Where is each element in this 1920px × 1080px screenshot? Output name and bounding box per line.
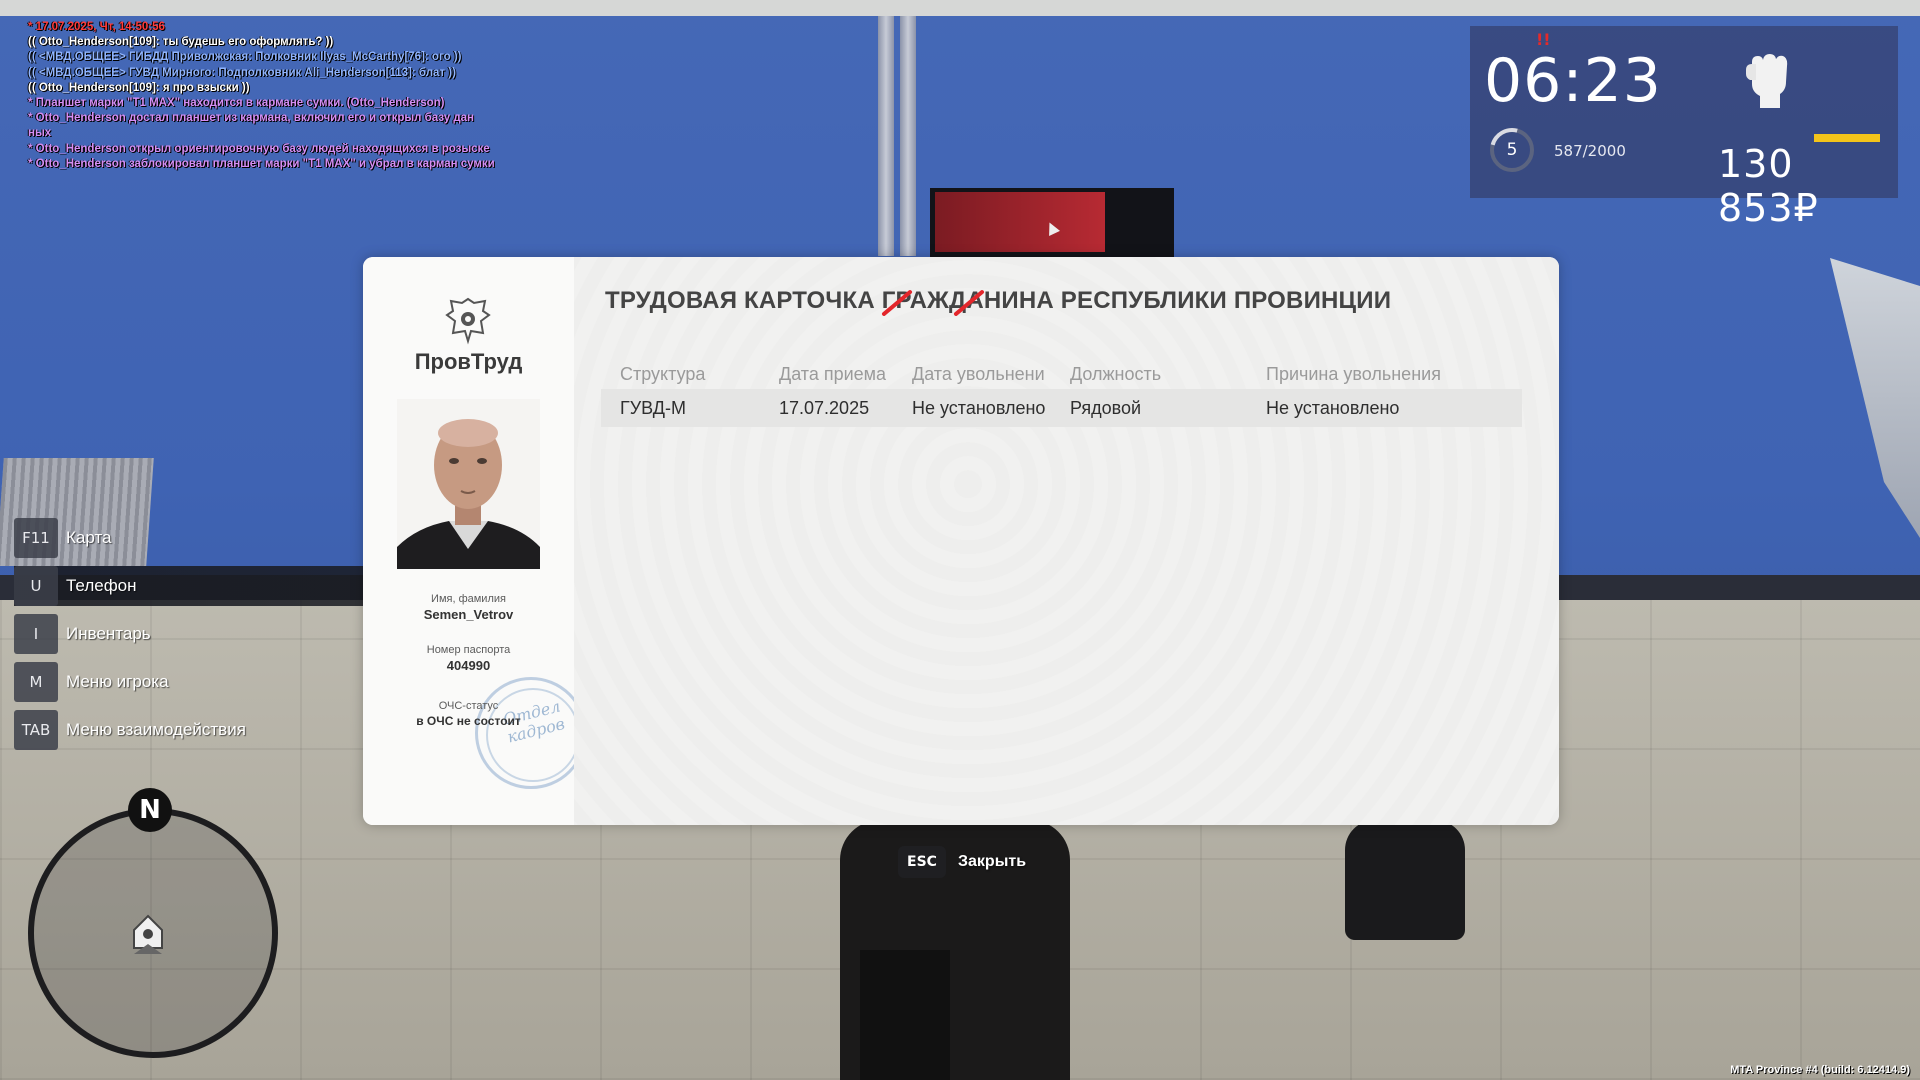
citizen-name: Semen_Vetrov [423, 607, 514, 622]
chat-line: (( Otto_Henderson[109]: я про взыски )) [28, 81, 250, 94]
key-badge: TAB [14, 710, 58, 750]
card-title: ТРУДОВАЯ КАРТОЧКА ГРАЖДАНИНА РЕСПУБЛИКИ … [605, 287, 1392, 314]
build-version: MTA Province #4 (build: 6.12414.9) [1730, 1064, 1910, 1076]
portrait-image [397, 399, 540, 569]
column-header-dismissal-date: Дата увольнени [912, 364, 1045, 384]
key-hint-map[interactable]: F11 Карта [14, 518, 394, 558]
key-hint-interaction-menu[interactable]: TAB Меню взаимодействия [14, 710, 394, 750]
passport-label: Номер паспорта [426, 644, 511, 656]
fist-weapon-icon [1746, 54, 1788, 108]
key-badge: F11 [14, 518, 58, 558]
hud-panel: !! 06:23 5 587/2000 130 853₽ [1470, 26, 1898, 230]
card-sidebar: ПровТруд Имя, фамилия Semen_Vetrov Номер… [363, 257, 587, 825]
chat-line: * Otto_Henderson заблокировал планшет ма… [28, 157, 495, 170]
key-hint-label: Карта [66, 528, 112, 547]
money-bar [1814, 134, 1880, 142]
column-header-structure: Структура [620, 364, 706, 384]
game-clock: 06:23 [1484, 46, 1662, 116]
cell-hire-date: 17.07.2025 [779, 398, 870, 418]
chat-line: * Otto_Henderson достал планшет из карма… [28, 112, 474, 125]
wall-pillar [878, 16, 894, 256]
glass-panel [1830, 258, 1920, 538]
ochs-status: в ОЧС не состоит [416, 714, 521, 728]
citizen-photo [397, 399, 540, 569]
cell-dismissal-date: Не установлено [912, 398, 1046, 418]
chat-line: (( <МВД.ОБЩЕЕ> ГУВД Мирного: Подполковни… [28, 66, 456, 79]
chat-log: * 17.07.2025, Чт, 14:50:56 (( Otto_Hende… [28, 20, 528, 172]
key-hint-label: Меню игрока [66, 672, 169, 691]
xp-counter: 587/2000 [1554, 142, 1626, 160]
key-hint-phone[interactable]: U Телефон [14, 566, 394, 606]
table-row: ГУВД-М 17.07.2025 Не установлено Рядовой… [601, 389, 1522, 427]
tv-screen [935, 192, 1105, 252]
north-indicator: N [128, 788, 172, 832]
key-hint-label: Телефон [66, 576, 137, 595]
chat-line: * Планшет марки "T1 MAX" находится в кар… [28, 97, 445, 110]
chat-line: ных [28, 127, 52, 140]
brand-name: ПровТруд [414, 349, 523, 374]
column-header-dismissal-reason: Причина увольнения [1266, 364, 1441, 384]
esc-key[interactable]: ESC [898, 846, 946, 878]
key-badge: U [14, 566, 58, 606]
cell-structure: ГУВД-М [620, 398, 686, 418]
column-header-position: Должность [1070, 364, 1162, 384]
chat-line: * 17.07.2025, Чт, 14:50:56 [28, 21, 165, 33]
chat-line: * Otto_Henderson открыл ориентировочную … [28, 142, 490, 155]
cell-dismissal-reason: Не установлено [1266, 398, 1400, 418]
key-hint-label: Инвентарь [66, 624, 151, 643]
chat-line: (( <МВД.ОБЩЕЕ> ГИБДД Приволжская: Полков… [28, 51, 462, 64]
key-hint-inventory[interactable]: I Инвентарь [14, 614, 394, 654]
card-content: ТРУДОВАЯ КАРТОЧКА ГРАЖДАНИНА РЕСПУБЛИКИ … [574, 257, 1559, 825]
hr-department-stamp: Отдел кадров [475, 677, 587, 789]
cell-position: Рядовой [1070, 398, 1142, 418]
passport-number: 404990 [446, 658, 491, 673]
money-balance: 130 853₽ [1718, 142, 1819, 230]
column-header-hire-date: Дата приема [779, 364, 887, 384]
player-marker-icon [133, 914, 163, 954]
close-label[interactable]: Закрыть [958, 846, 1026, 878]
name-label: Имя, фамилия [431, 593, 506, 605]
npc-character [1345, 820, 1465, 940]
level-progress-ring [1481, 119, 1543, 181]
wall-pillar [900, 16, 916, 256]
key-hint-label: Меню взаимодействия [66, 720, 246, 739]
ochs-label: ОЧС-статус [438, 700, 499, 712]
emblem-icon [445, 297, 491, 345]
ceiling [0, 0, 1920, 16]
key-hint-player-menu[interactable]: M Меню игрока [14, 662, 394, 702]
key-badge: I [14, 614, 58, 654]
work-record-card: ПровТруд Имя, фамилия Semen_Vetrov Номер… [363, 257, 1559, 825]
key-badge: M [14, 662, 58, 702]
chat-line: (( Otto_Henderson[109]: ты будешь его оф… [28, 36, 334, 49]
